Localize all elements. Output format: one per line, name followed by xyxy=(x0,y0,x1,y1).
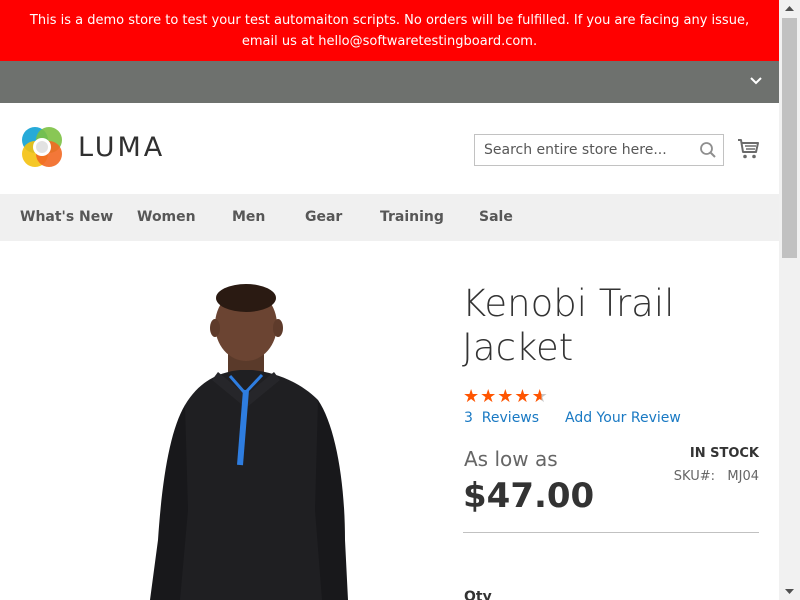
product-image[interactable] xyxy=(140,280,370,600)
scroll-up-arrow-icon[interactable] xyxy=(779,0,800,17)
product-title-line2: Jacket xyxy=(462,326,574,369)
cart-icon[interactable] xyxy=(737,137,761,161)
scroll-down-arrow-icon[interactable] xyxy=(779,583,800,600)
main-nav: What's New Women Men Gear Training Sale xyxy=(0,194,779,241)
rating-stars: ★ ★ ★ ★ ★ xyxy=(463,388,548,406)
chevron-down-icon[interactable] xyxy=(749,73,763,87)
product-title-line1: Kenobi Trail xyxy=(462,282,675,325)
nav-item-gear[interactable]: Gear xyxy=(305,194,342,241)
nav-item-sale[interactable]: Sale xyxy=(479,194,513,241)
price-prefix: As low as xyxy=(464,447,558,471)
product-price: $47.00 xyxy=(463,476,595,516)
product-title: Kenobi Trail Jacket xyxy=(462,282,762,370)
search-input[interactable] xyxy=(475,135,684,165)
search-icon[interactable] xyxy=(699,141,717,159)
site-header: LUMA xyxy=(0,103,779,194)
nav-item-men[interactable]: Men xyxy=(232,194,265,241)
star-half-icon: ★ xyxy=(531,386,548,407)
search-box xyxy=(474,134,724,166)
star-icon: ★ xyxy=(480,386,497,407)
scrollbar-thumb[interactable] xyxy=(782,18,797,258)
demo-banner-text: This is a demo store to test your test a… xyxy=(29,13,750,49)
nav-item-women[interactable]: Women xyxy=(137,194,196,241)
divider xyxy=(463,532,759,533)
logo-text: LUMA xyxy=(78,131,166,163)
page-scrollbar[interactable] xyxy=(779,0,800,600)
product-sku: SKU#: MJ04 xyxy=(673,469,759,484)
luma-logo[interactable]: LUMA xyxy=(20,125,165,169)
nav-item-whats-new[interactable]: What's New xyxy=(20,194,113,241)
page: This is a demo store to test your test a… xyxy=(0,0,779,600)
stock-status: IN STOCK xyxy=(689,446,759,461)
nav-item-training[interactable]: Training xyxy=(380,194,444,241)
add-review-link[interactable]: Add Your Review xyxy=(565,410,681,426)
reviews-link[interactable]: 3 Reviews xyxy=(464,410,539,426)
qty-label: Qty xyxy=(464,589,492,600)
demo-store-banner: This is a demo store to test your test a… xyxy=(0,0,779,61)
star-icon: ★ xyxy=(497,386,514,407)
star-icon: ★ xyxy=(514,386,531,407)
star-icon: ★ xyxy=(463,386,480,407)
luma-logo-icon xyxy=(22,127,62,167)
top-panel-bar xyxy=(0,61,779,103)
